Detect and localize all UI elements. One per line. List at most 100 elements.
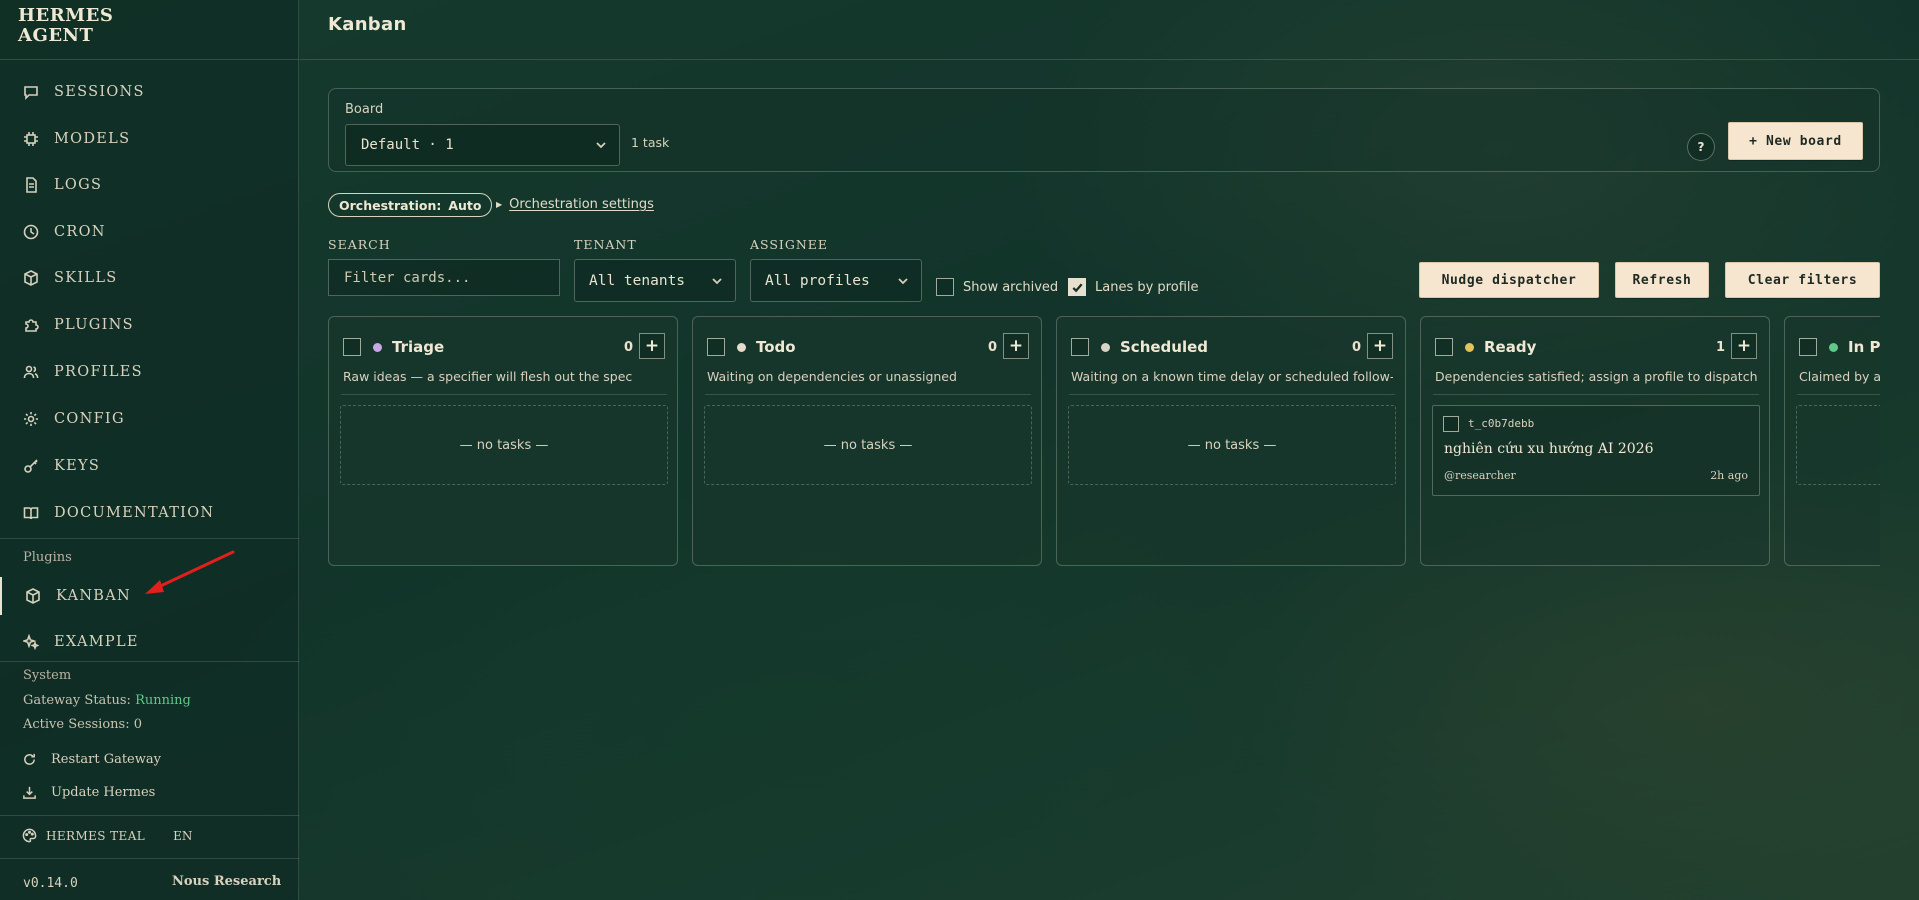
column-description: Dependencies satisfied; assign a profile… <box>1435 369 1757 384</box>
chat-icon <box>22 83 40 101</box>
kanban-column-in-progress: In Pr Claimed by a w <box>1784 316 1880 566</box>
sidebar-item-config[interactable]: CONFIG <box>0 400 299 438</box>
sidebar-divider <box>0 661 299 662</box>
empty-state: — no tasks — <box>1068 405 1396 485</box>
status-dot <box>737 342 746 352</box>
column-select-checkbox[interactable] <box>343 338 361 356</box>
annotation-arrow-icon <box>145 550 235 594</box>
empty-state <box>1796 405 1880 485</box>
add-task-button[interactable]: + <box>1367 333 1393 359</box>
gateway-status-label: Gateway Status: <box>23 693 131 708</box>
sidebar-item-label: EXAMPLE <box>54 634 139 650</box>
update-hermes-label: Update Hermes <box>51 785 156 800</box>
top-bar: Kanban <box>300 0 1919 60</box>
update-hermes-button[interactable]: Update Hermes <box>22 785 155 800</box>
key-icon <box>22 457 40 475</box>
sidebar-item-sessions[interactable]: SESSIONS <box>0 73 299 111</box>
package-icon <box>22 269 40 287</box>
assignee-select[interactable]: All profiles <box>750 259 922 302</box>
column-count: 0 <box>987 339 997 355</box>
column-select-checkbox[interactable] <box>707 338 725 356</box>
board-select-value: Default · 1 <box>361 137 454 153</box>
add-task-button[interactable]: + <box>1731 333 1757 359</box>
column-title: Todo <box>756 338 796 356</box>
status-dot <box>1465 342 1474 352</box>
column-header: Ready 1 + <box>1435 333 1757 359</box>
sidebar-item-label: CONFIG <box>54 411 125 427</box>
app-version: v0.14.0 <box>23 876 78 891</box>
new-board-button[interactable]: + New board <box>1728 122 1863 160</box>
column-title: In Pr <box>1848 338 1880 356</box>
column-header: Scheduled 0 + <box>1071 333 1393 359</box>
orchestration-toggle[interactable]: Orchestration: Auto <box>328 193 493 217</box>
task-select-checkbox[interactable] <box>1443 416 1459 432</box>
sidebar-divider <box>0 538 299 539</box>
tenant-select-value: All tenants <box>589 272 686 289</box>
status-dot <box>1829 342 1838 352</box>
task-title: nghiên cứu xu hướng AI 2026 <box>1444 441 1654 457</box>
add-task-button[interactable]: + <box>1003 333 1029 359</box>
tenant-select[interactable]: All tenants <box>574 259 736 302</box>
column-header: In Pr <box>1799 335 1880 359</box>
sidebar-item-profiles[interactable]: PROFILES <box>0 353 299 391</box>
checkbox-box <box>1068 278 1086 296</box>
column-divider <box>1797 394 1880 395</box>
column-count: 1 <box>1715 339 1725 355</box>
kanban-column-todo: Todo 0 + Waiting on dependencies or unas… <box>692 316 1042 566</box>
sidebar-item-label: LOGS <box>54 177 103 193</box>
tenant-label: TENANT <box>574 237 637 252</box>
sidebar: HERMES AGENT SESSIONS MODELS LOGS CRON S… <box>0 0 299 900</box>
sidebar-item-label: KANBAN <box>56 588 132 604</box>
users-icon <box>22 363 40 381</box>
search-input[interactable] <box>328 259 560 296</box>
sidebar-item-logs[interactable]: LOGS <box>0 166 299 204</box>
clock-icon <box>22 223 40 241</box>
puzzle-icon <box>22 316 40 334</box>
column-header: Triage 0 + <box>343 333 665 359</box>
sidebar-item-models[interactable]: MODELS <box>0 120 299 158</box>
column-title: Scheduled <box>1120 338 1209 356</box>
sidebar-item-cron[interactable]: CRON <box>0 213 299 251</box>
column-select-checkbox[interactable] <box>1435 338 1453 356</box>
sidebar-item-keys[interactable]: KEYS <box>0 447 299 485</box>
help-button[interactable]: ? <box>1687 133 1715 161</box>
clear-filters-button[interactable]: Clear filters <box>1725 262 1880 298</box>
orchestration-settings-link[interactable]: ▶ Orchestration settings <box>496 197 654 212</box>
board-panel: Board Default · 1 1 task ? + New board <box>328 88 1880 172</box>
lanes-by-profile-checkbox[interactable]: Lanes by profile <box>1068 278 1199 296</box>
column-select-checkbox[interactable] <box>1799 338 1817 356</box>
gateway-status: Gateway Status: Running <box>23 693 191 708</box>
nudge-dispatcher-button[interactable]: Nudge dispatcher <box>1419 262 1599 298</box>
caret-right-icon: ▶ <box>496 200 503 209</box>
add-task-button[interactable]: + <box>639 333 665 359</box>
board-label: Board <box>345 102 384 117</box>
logo-line-1: HERMES <box>18 5 114 26</box>
sidebar-item-label: MODELS <box>54 131 131 147</box>
language-selector[interactable]: EN <box>173 829 192 843</box>
app-logo[interactable]: HERMES AGENT <box>18 5 114 46</box>
theme-selector[interactable]: HERMES TEAL <box>46 829 145 843</box>
page-title: Kanban <box>328 14 407 35</box>
chevron-down-icon <box>595 139 607 151</box>
sidebar-item-documentation[interactable]: DOCUMENTATION <box>0 494 299 532</box>
palette-icon <box>22 828 37 843</box>
refresh-icon <box>24 753 35 765</box>
sidebar-divider <box>0 59 299 60</box>
checkbox-box <box>936 278 954 296</box>
show-archived-checkbox[interactable]: Show archived <box>936 278 1058 296</box>
chevron-down-icon <box>897 275 909 287</box>
book-icon <box>22 504 40 522</box>
column-description: Waiting on dependencies or unassigned <box>707 369 957 384</box>
column-select-checkbox[interactable] <box>1071 338 1089 356</box>
chip-icon <box>22 130 40 148</box>
gear-icon <box>22 410 40 428</box>
board-select[interactable]: Default · 1 <box>345 124 620 166</box>
kanban-column-scheduled: Scheduled 0 + Waiting on a known time de… <box>1056 316 1406 566</box>
sidebar-item-plugins[interactable]: PLUGINS <box>0 306 299 344</box>
restart-gateway-button[interactable]: Restart Gateway <box>22 752 161 767</box>
refresh-button[interactable]: Refresh <box>1615 262 1709 298</box>
sidebar-item-skills[interactable]: SKILLS <box>0 259 299 297</box>
task-age: 2h ago <box>1710 469 1748 482</box>
sidebar-item-example[interactable]: EXAMPLE <box>0 623 299 661</box>
task-card[interactable]: t_c0b7debb nghiên cứu xu hướng AI 2026 @… <box>1432 405 1760 496</box>
